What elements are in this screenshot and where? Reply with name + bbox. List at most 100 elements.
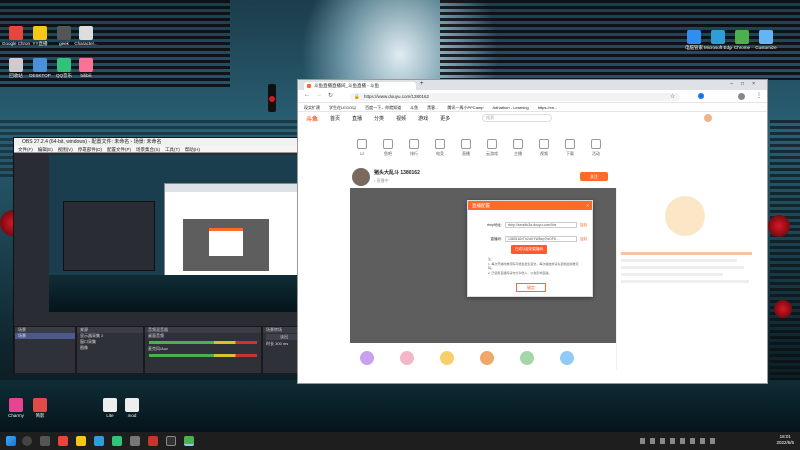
gift-icon[interactable] [560,351,574,365]
follow-button[interactable]: 关注 [580,172,608,181]
back-icon[interactable]: ← [304,92,310,98]
taskbar-app-icon[interactable] [148,436,158,446]
rtmp-address-field[interactable]: rtmp://sendtc3a.douyu.com/live [505,222,577,228]
category-item[interactable]: 12 [350,139,374,156]
clock[interactable]: 18:01 2022/5/5 [776,434,794,446]
taskbar-app-icon[interactable] [76,436,86,446]
menu-item[interactable]: 工具(T) [165,146,180,152]
user-avatar[interactable] [704,114,713,122]
windows-start-icon[interactable] [6,436,16,446]
category-item[interactable]: 视频 [532,139,556,157]
chat-area [621,248,766,358]
address-row: ← → ↻ 🔒 https://www.douyu.com/1380162 ☆ … [298,90,767,103]
douyu-logo[interactable]: 斗鱼 [306,114,318,123]
bookmark[interactable]: 学生在LEGO以 [329,103,356,111]
sources-dock: 来源 显示器采集 2 窗口采集 图像 [76,326,144,374]
menu-item[interactable]: 帮助(H) [185,146,200,152]
streamer-avatar[interactable] [352,168,370,186]
gift-icon[interactable] [400,351,414,365]
reload-icon[interactable]: ↻ [328,92,333,99]
app-icon [33,398,47,412]
desktop-icon[interactable]: bilibili [72,58,100,78]
window-controls[interactable]: –□× [730,81,763,87]
taskbar: 18:01 2022/5/5 [0,432,800,450]
category-item[interactable]: 电竞 [428,139,452,157]
forward-icon[interactable]: → [316,92,322,98]
site-nav-item[interactable]: 分类 [374,115,384,122]
app-icon [79,58,93,72]
site-search-input[interactable]: 搜索 [482,114,553,122]
profile-icon[interactable] [738,93,745,100]
menu-item[interactable]: 停靠部件(D) [78,146,102,152]
yy-icon [33,26,47,40]
tray-icons[interactable] [640,438,720,444]
taskbar-app-icon[interactable] [130,436,140,446]
menu-item[interactable]: 配置文件(P) [107,146,131,152]
category-item[interactable]: 主播 [506,139,530,157]
site-nav-item[interactable]: 视频 [396,115,406,122]
menu-item[interactable]: 编辑(E) [38,146,53,152]
desktop-icon[interactable]: Character... [72,26,100,46]
gift-icon[interactable] [520,351,534,365]
bookmark[interactable]: 黑客... [427,103,438,111]
menu-item[interactable]: 文件(F) [18,146,33,152]
category-item[interactable]: 云游戏 [480,139,504,157]
category-icon [409,139,419,149]
bookmark[interactable]: https://xn... [538,103,558,111]
chrome-taskbar-icon[interactable] [184,436,194,446]
app-icon [687,30,701,44]
gift-icon[interactable] [480,351,494,365]
taskbar-app-icon[interactable] [58,436,68,446]
edge-icon [711,30,725,44]
gift-icon[interactable] [440,351,454,365]
category-icon [461,139,471,149]
category-item[interactable]: 排行 [402,139,426,157]
desktop-icon[interactable]: Customize [752,30,780,50]
mixer-channel: 桌面音频 [148,333,164,338]
dialog-title: 直播配置 [472,203,490,208]
bookmark[interactable]: 现实扩建 [304,103,320,111]
field-label: rtmp地址: [487,223,502,227]
site-nav-item[interactable]: 直播 [352,115,362,122]
copy-button[interactable]: 复制 [580,222,587,229]
extensions-icon[interactable] [698,93,704,99]
bookmark[interactable]: 腾讯一周小PPCamp [447,103,483,111]
ok-button[interactable]: 确定 [516,283,546,292]
category-item[interactable]: 直播 [454,139,478,157]
bookmark[interactable]: 百度一下，你就知道 [365,103,401,111]
browser-tab[interactable]: 斗鱼直播直播间_斗鱼直播 - 斗鱼 [304,82,416,90]
douyu-favicon-icon [307,84,311,88]
stream-key-field[interactable]: 1380162rTh2dXYW8ep7wOF6... [505,236,577,242]
taskbar-app-icon[interactable] [40,436,50,446]
category-item[interactable]: 鱼吧 [376,139,400,157]
copy-button[interactable]: 复制 [580,236,587,243]
address-bar[interactable]: 🔒 https://www.douyu.com/1380162 [350,93,680,101]
category-item[interactable]: 下载 [558,139,582,157]
bookmark[interactable]: Adhathon - Learning [492,103,528,111]
obs-taskbar-icon[interactable] [166,436,176,446]
new-tab-button[interactable]: + [420,81,424,87]
desktop-icon[interactable]: 简影 [26,398,54,418]
close-icon[interactable]: × [586,201,589,210]
taskbar-app-icon[interactable] [112,436,122,446]
gift-icon[interactable] [360,351,374,365]
star-icon[interactable]: ☆ [670,93,675,100]
site-nav-item[interactable]: 游戏 [418,115,428,122]
source-item[interactable]: 图像 [77,345,143,351]
desktop-icon[interactable]: mod [118,398,146,418]
file-icon [33,58,47,72]
scene-item[interactable]: 场景 [15,333,75,339]
category-item[interactable]: 活动 [584,139,608,157]
search-icon[interactable] [22,436,32,446]
duration-value[interactable]: 300 ms [275,341,288,346]
menu-item[interactable]: 场景集合(S) [136,146,160,152]
menu-item[interactable]: 视图(V) [58,146,73,152]
clock-date: 2022/5/5 [776,440,794,445]
taskbar-app-icon[interactable] [94,436,104,446]
obs-preview-canvas[interactable] [49,155,329,312]
site-nav-item[interactable]: 首页 [330,115,340,122]
site-nav-item[interactable]: 更多 [440,115,450,122]
menu-icon[interactable]: ⋮ [756,92,762,99]
bookmark[interactable]: 斗鱼 [410,103,418,111]
file-icon [125,398,139,412]
